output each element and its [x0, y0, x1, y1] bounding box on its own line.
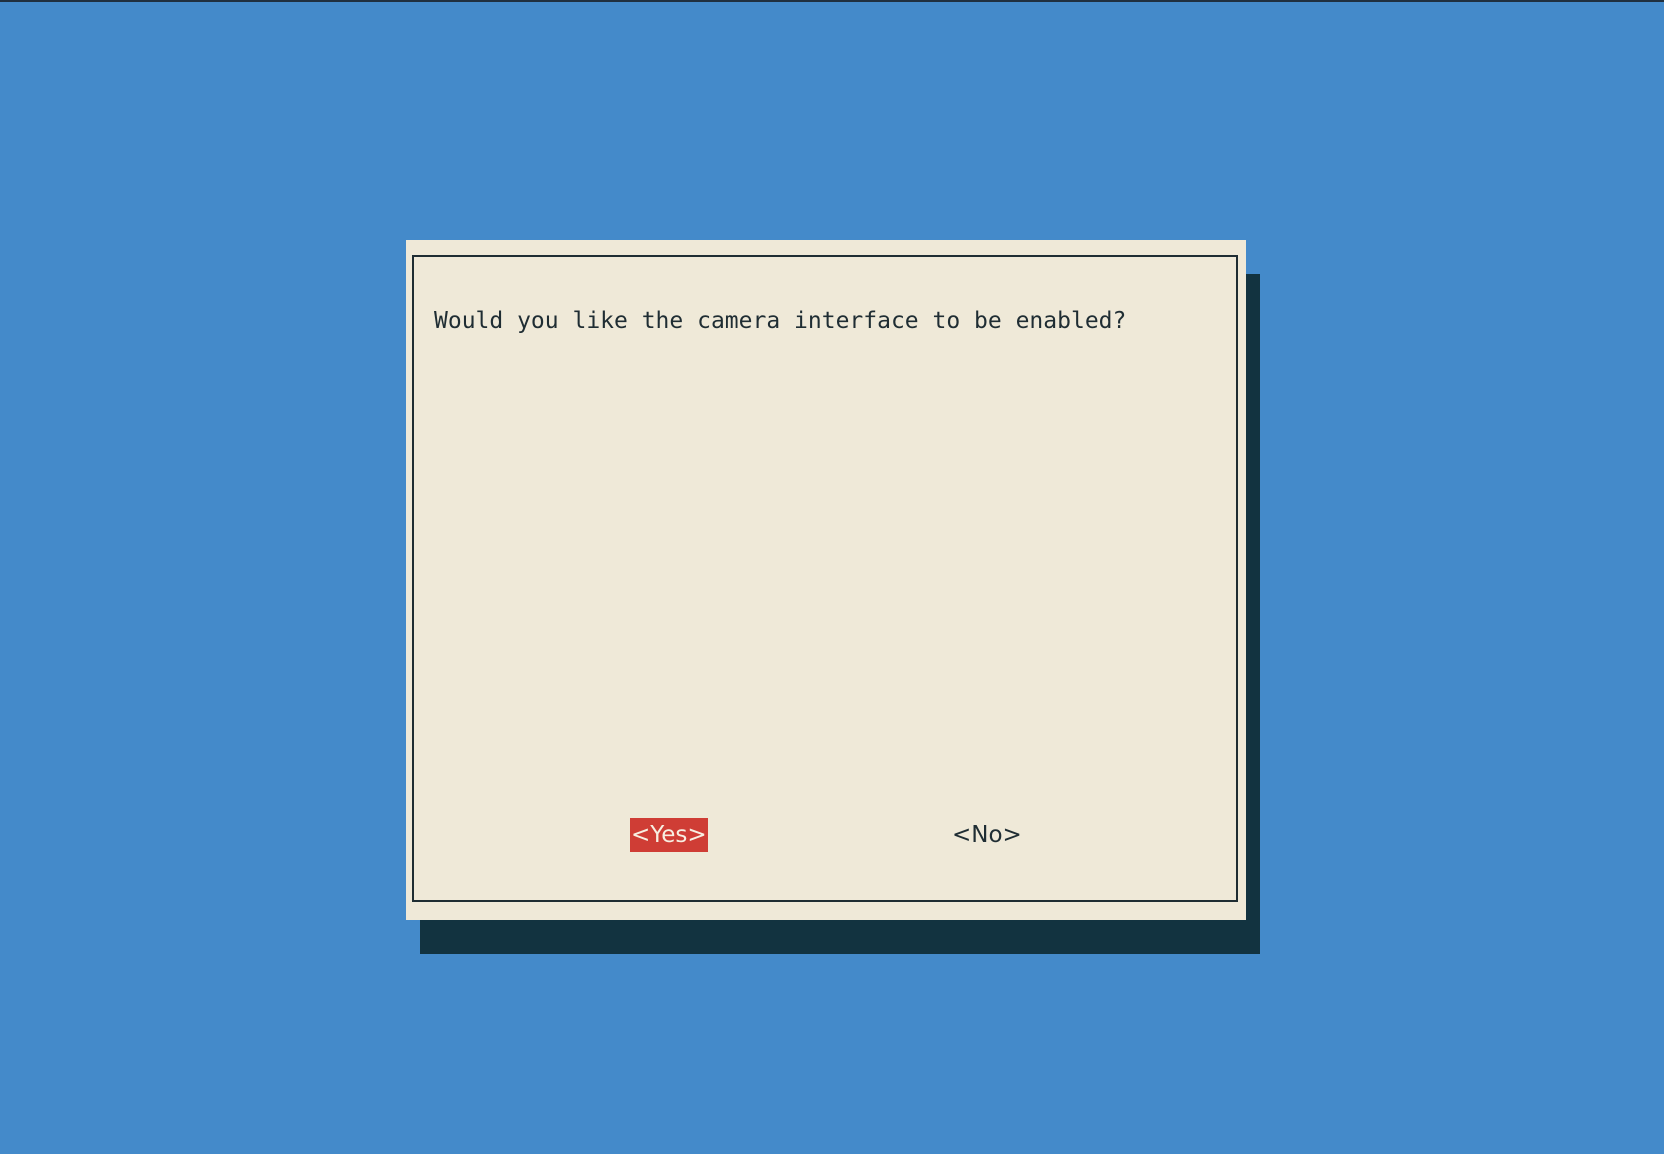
yes-button[interactable]: <Yes>: [630, 818, 708, 852]
top-border-line: [0, 0, 1664, 2]
dialog-frame: [412, 255, 1238, 902]
confirm-dialog: Would you like the camera interface to b…: [406, 240, 1246, 920]
dialog-prompt: Would you like the camera interface to b…: [434, 308, 1127, 334]
no-button[interactable]: <No>: [951, 818, 1023, 852]
